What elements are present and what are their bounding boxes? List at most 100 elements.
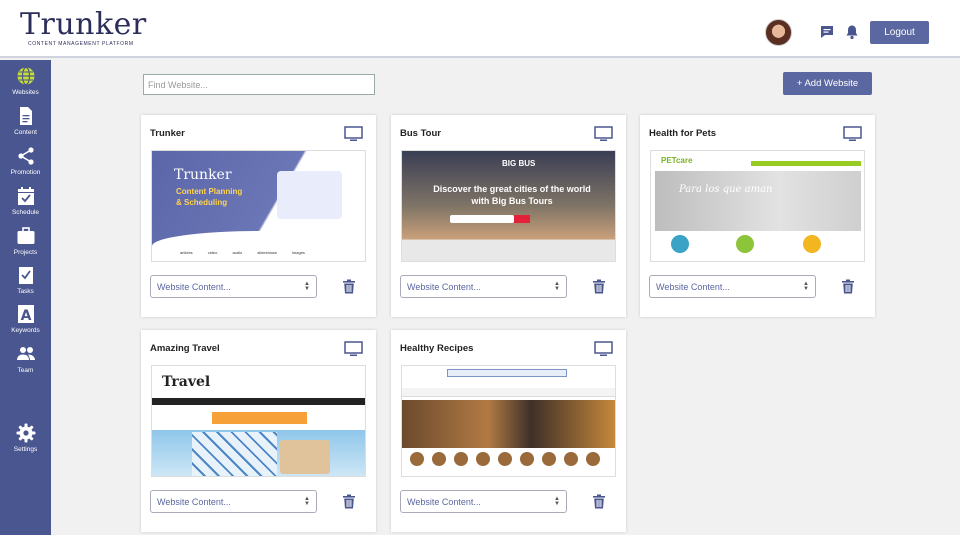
sidebar-item-websites[interactable]: Websites (0, 66, 51, 102)
monitor-icon[interactable] (344, 341, 363, 357)
website-card: Bus Tour BIG BUS Discover the great citi… (391, 115, 626, 317)
sidebar-item-label: Content (14, 129, 37, 136)
website-thumbnail[interactable]: Trunker Content Planning & Scheduling ar… (151, 150, 366, 262)
sidebar-item-tasks[interactable]: Tasks (0, 265, 51, 301)
globe-icon (17, 66, 34, 86)
sidebar-item-label: Tasks (17, 288, 34, 295)
sidebar-item-label: Websites (12, 89, 39, 96)
website-thumbnail[interactable]: Travel (151, 365, 366, 477)
monitor-icon[interactable] (594, 126, 613, 142)
logout-button[interactable]: Logout (870, 21, 929, 44)
thumb-headline: Para los que aman (679, 184, 773, 195)
thumb-recipe-icon (498, 452, 512, 466)
thumb-recipe-icon (410, 452, 424, 466)
thumb-recipe-icon (564, 452, 578, 466)
sidebar-item-projects[interactable]: Projects (0, 226, 51, 262)
thumb-brand: Travel (162, 374, 211, 390)
thumb-banner (655, 171, 861, 231)
trash-icon[interactable] (592, 279, 606, 294)
website-thumbnail[interactable] (401, 365, 616, 477)
thumb-brand: Trunker (174, 167, 232, 183)
logo-tagline: CONTENT MANAGEMENT PLATFORM (28, 41, 134, 47)
thumb-brand: BIG BUS (502, 159, 536, 168)
thumb-illustration (277, 171, 342, 219)
website-content-select[interactable]: Website Content... ▲ ▼ (400, 490, 567, 513)
thumb-recipe-icon (542, 452, 556, 466)
thumb-hero (402, 400, 615, 448)
thumb-headline-line: Content Planning (176, 187, 243, 196)
website-name: Health for Pets (649, 128, 717, 139)
trash-icon[interactable] (841, 279, 855, 294)
select-arrows-icon: ▲ ▼ (803, 280, 809, 292)
sidebar-item-schedule[interactable]: Schedule (0, 186, 51, 222)
select-arrows-icon: ▲ ▼ (304, 495, 310, 507)
thumb-recipe-icon (476, 452, 490, 466)
sidebar-item-label: Promotion (10, 169, 41, 176)
briefcase-icon (17, 227, 34, 244)
sidebar-item-content[interactable]: Content (0, 106, 51, 142)
letter-a-icon: A (17, 305, 34, 324)
thumb-nav (402, 388, 615, 397)
sidebar-item-keywords[interactable]: A Keywords (0, 304, 51, 340)
sidebar-item-label: Settings (13, 446, 38, 453)
thumb-tabs: articles video audio slideshows images (180, 250, 305, 255)
website-name: Trunker (150, 128, 185, 139)
logo-wordmark: Trunker (20, 7, 147, 42)
thumb-headline: Discover the great cities of the world w… (433, 184, 591, 206)
trash-icon[interactable] (342, 279, 356, 294)
clipboard-check-icon (18, 267, 33, 284)
sidebar-item-promotion[interactable]: Promotion (0, 146, 51, 182)
thumb-recipe-icon (586, 452, 600, 466)
top-header: Trunker CONTENT MANAGEMENT PLATFORM Logo… (0, 0, 960, 58)
add-website-button[interactable]: + Add Website (783, 72, 872, 95)
thumb-brand: PETcare (661, 156, 693, 165)
thumb-recipe-icon (432, 452, 446, 466)
thumb-headline: Content Planning & Scheduling (176, 186, 242, 208)
thumb-recipe-icon (454, 452, 468, 466)
trash-icon[interactable] (592, 494, 606, 509)
website-content-select[interactable]: Website Content... ▲ ▼ (150, 275, 317, 298)
thumb-banner (212, 412, 307, 424)
select-arrows-icon: ▲ ▼ (554, 495, 560, 507)
chat-icon[interactable] (819, 24, 835, 40)
thumb-searchbar (450, 215, 514, 223)
website-content-select[interactable]: Website Content... ▲ ▼ (150, 490, 317, 513)
website-card: Amazing Travel Travel Website Content...… (141, 330, 376, 532)
thumb-search-button (514, 215, 530, 223)
select-value: Website Content... (656, 281, 730, 292)
user-avatar[interactable] (765, 19, 792, 46)
sidebar-item-label: Projects (13, 249, 38, 256)
trash-icon[interactable] (342, 494, 356, 509)
search-input[interactable] (143, 74, 375, 95)
sidebar-item-team[interactable]: Team (0, 344, 51, 380)
people-icon (16, 347, 35, 360)
website-thumbnail[interactable]: BIG BUS Discover the great cities of the… (401, 150, 616, 262)
website-card: Healthy Recipes Website Content... ▲ ▼ (391, 330, 626, 532)
monitor-icon[interactable] (344, 126, 363, 142)
sidebar-item-settings[interactable]: Settings (0, 423, 51, 459)
bell-icon[interactable] (844, 24, 860, 40)
sidebar-item-label: Schedule (11, 209, 40, 216)
thumb-headline-line: & Scheduling (176, 198, 228, 207)
sidebar-item-label: Team (17, 367, 34, 374)
website-content-select[interactable]: Website Content... ▲ ▼ (649, 275, 816, 298)
select-value: Website Content... (157, 281, 231, 292)
trunker-logo[interactable]: Trunker CONTENT MANAGEMENT PLATFORM (20, 7, 147, 48)
document-icon (19, 107, 32, 125)
website-content-select[interactable]: Website Content... ▲ ▼ (400, 275, 567, 298)
thumb-video (280, 440, 330, 474)
website-thumbnail[interactable]: PETcare Para los que aman (650, 150, 865, 262)
website-name: Amazing Travel (150, 343, 220, 354)
website-card: Trunker Trunker Content Planning & Sched… (141, 115, 376, 317)
website-name: Healthy Recipes (400, 343, 474, 354)
select-arrows-icon: ▲ ▼ (554, 280, 560, 292)
thumb-magazines (192, 432, 277, 476)
monitor-icon[interactable] (843, 126, 862, 142)
select-value: Website Content... (407, 496, 481, 507)
svg-text:A: A (20, 308, 31, 324)
thumb-nav (751, 161, 861, 166)
thumb-feature-icon (803, 235, 821, 253)
thumb-feature-icon (736, 235, 754, 253)
select-arrows-icon: ▲ ▼ (304, 280, 310, 292)
monitor-icon[interactable] (594, 341, 613, 357)
